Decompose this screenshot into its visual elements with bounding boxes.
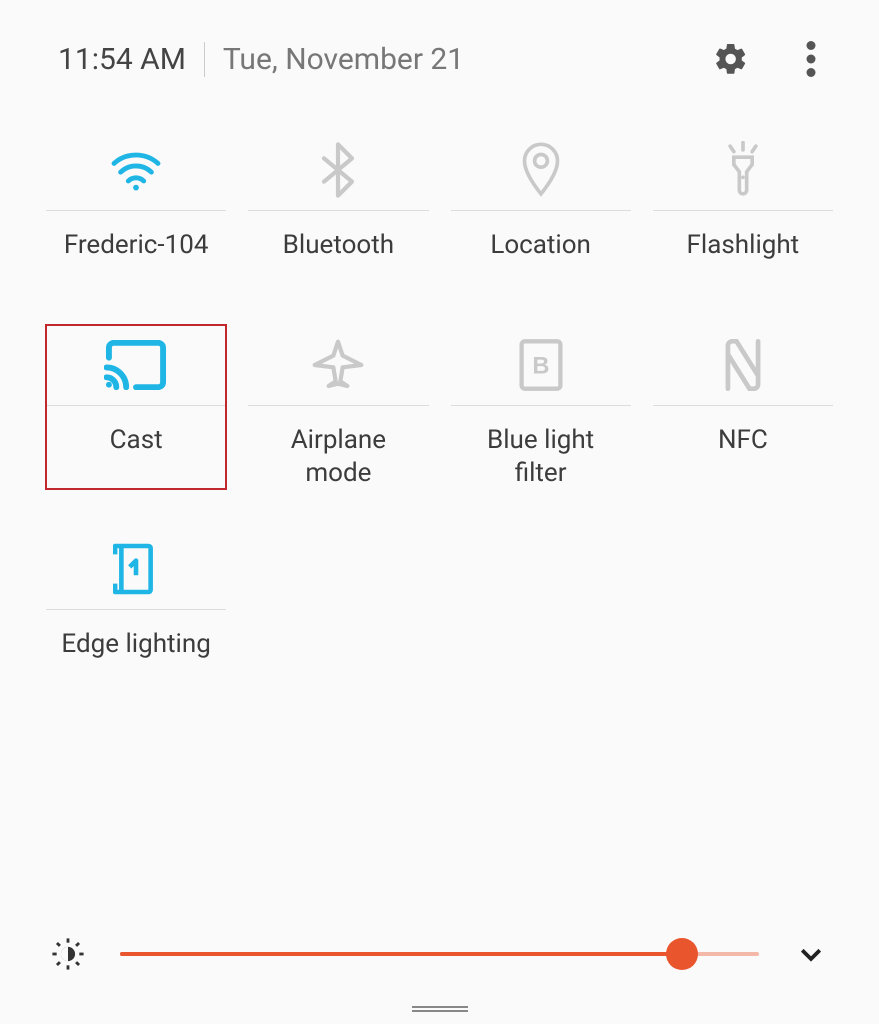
tile-edgelighting[interactable]: Edge lighting [46,529,226,684]
panel-drag-handle[interactable] [412,1006,468,1012]
tile-cast[interactable]: Cast [46,325,226,489]
clock-date: Tue, November 21 [204,42,464,77]
more-vertical-icon [806,41,816,77]
more-button[interactable] [791,39,831,79]
brightness-slider[interactable] [120,934,759,974]
tile-label: Location [490,211,591,285]
bluelight-icon: B [451,325,631,405]
clock-time: 11:54 AM [58,42,186,77]
svg-text:B: B [532,354,549,380]
flashlight-icon [653,130,833,210]
cast-icon [46,325,226,405]
tile-label: Flashlight [687,211,800,285]
nfc-icon [653,325,833,405]
tile-bluetooth[interactable]: Bluetooth [248,130,428,285]
quick-settings-tiles: Frederic-104 Bluetooth Location Flashlig… [0,90,879,684]
tile-label: NFC [718,406,768,480]
tile-wifi[interactable]: Frederic-104 [46,130,226,285]
tile-flashlight[interactable]: Flashlight [653,130,833,285]
tile-label: Airplanemode [291,406,386,489]
tile-label: Cast [110,406,163,480]
brightness-expand-button[interactable] [791,934,831,974]
gear-icon [713,41,749,77]
edgelighting-icon [46,529,226,609]
wifi-icon [46,130,226,210]
tile-label: Frederic-104 [64,211,209,285]
tile-location[interactable]: Location [451,130,631,285]
tile-airplane[interactable]: Airplanemode [248,325,428,489]
location-icon [451,130,631,210]
brightness-row [0,934,879,974]
tile-bluelight[interactable]: B Blue lightfilter [451,325,631,489]
airplane-icon [248,325,428,405]
chevron-down-icon [796,939,826,969]
brightness-icon [48,934,88,974]
settings-button[interactable] [711,39,751,79]
brightness-slider-fill [120,952,682,956]
tile-nfc[interactable]: NFC [653,325,833,489]
brightness-slider-thumb[interactable] [666,938,698,970]
tile-label: Bluetooth [283,211,394,285]
bluetooth-icon [248,130,428,210]
tile-label: Blue lightfilter [487,406,594,489]
tile-label: Edge lighting [61,610,210,684]
quick-settings-header: 11:54 AM Tue, November 21 [0,0,879,90]
